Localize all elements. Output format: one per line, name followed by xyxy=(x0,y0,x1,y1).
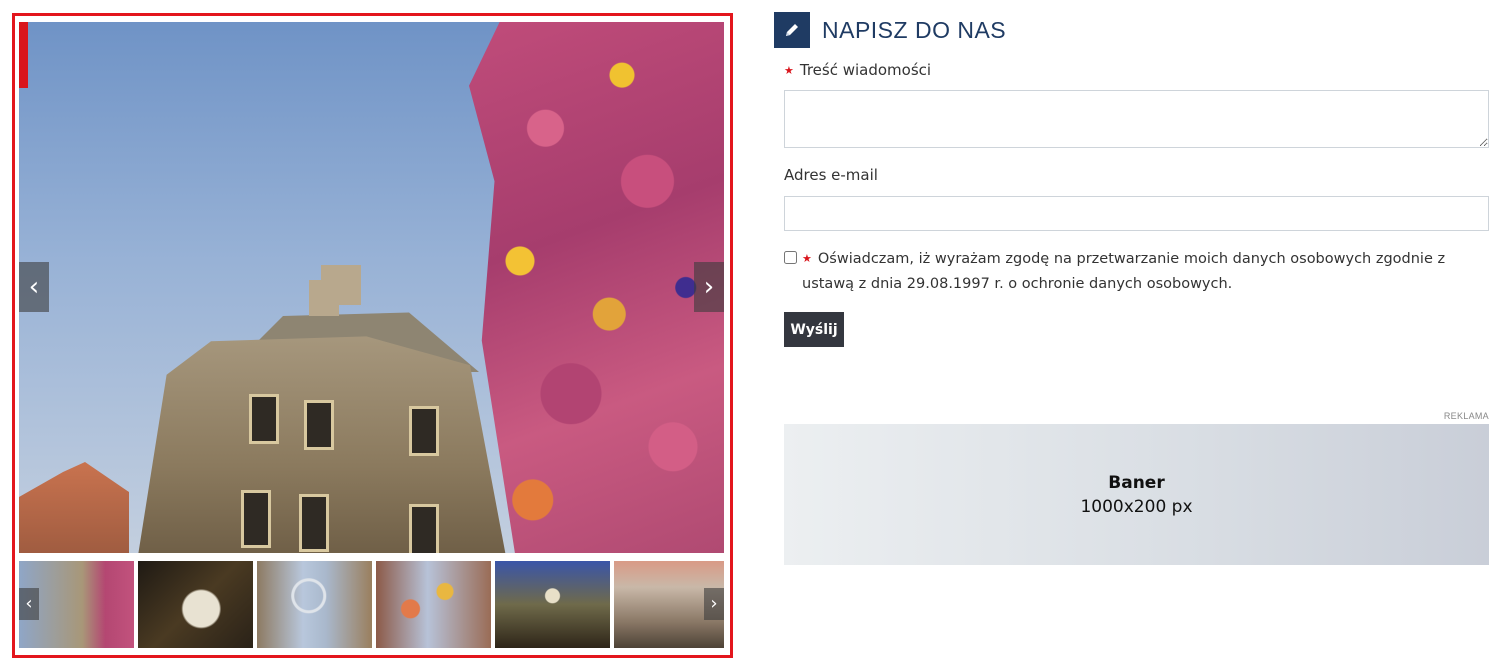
pen-icon xyxy=(774,12,810,48)
photo-balloons xyxy=(469,22,724,553)
thumb-dreamcatcher-street[interactable] xyxy=(257,561,372,648)
required-star-icon: ★ xyxy=(802,252,812,265)
photo-window xyxy=(409,504,439,553)
submit-button[interactable]: Wyślij xyxy=(784,312,844,347)
next-arrow-button[interactable]: › xyxy=(694,262,724,312)
thumb-night-balloons-crowd[interactable] xyxy=(495,561,610,648)
thumbnail-strip: ‹ › xyxy=(19,561,724,648)
photo-chimney xyxy=(321,265,361,305)
photo-window xyxy=(299,494,329,552)
consent-text-block: ★ Oświadczam, iż wyrażam zgodę na przetwa… xyxy=(802,246,1482,297)
ad-label: REKLAMA xyxy=(1443,411,1489,421)
photo-church xyxy=(19,462,129,553)
photo-window xyxy=(304,400,334,450)
email-field[interactable] xyxy=(784,196,1489,231)
required-star-icon: ★ xyxy=(784,64,794,77)
ad-banner[interactable]: Baner 1000x200 px xyxy=(784,424,1489,565)
message-label-row: ★ Treść wiadomości xyxy=(784,61,931,79)
main-photo[interactable]: ‹ › xyxy=(19,22,724,553)
banner-title: Baner xyxy=(1108,472,1165,493)
form-title: NAPISZ DO NAS xyxy=(822,16,1007,43)
form-header: NAPISZ DO NAS xyxy=(774,12,1006,48)
thumb-prev-arrow-button[interactable]: ‹ xyxy=(19,588,39,620)
thumb-next-arrow-button[interactable]: › xyxy=(704,588,724,620)
message-field[interactable] xyxy=(784,90,1489,148)
thumb-night-performer[interactable] xyxy=(138,561,253,648)
consent-checkbox[interactable] xyxy=(784,251,797,264)
photo-gallery: ‹ › ‹ › xyxy=(12,13,733,658)
thumb-hot-air-balloons-street[interactable] xyxy=(376,561,491,648)
photo-window xyxy=(249,394,279,444)
gallery-marker xyxy=(19,22,28,88)
prev-arrow-button[interactable]: ‹ xyxy=(19,262,49,312)
email-label: Adres e-mail xyxy=(784,166,878,184)
photo-window xyxy=(409,406,439,456)
consent-text: Oświadczam, iż wyrażam zgodę na przetwar… xyxy=(802,251,1446,292)
banner-size: 1000x200 px xyxy=(1080,496,1193,517)
photo-window xyxy=(241,490,271,548)
message-label: Treść wiadomości xyxy=(799,61,932,79)
